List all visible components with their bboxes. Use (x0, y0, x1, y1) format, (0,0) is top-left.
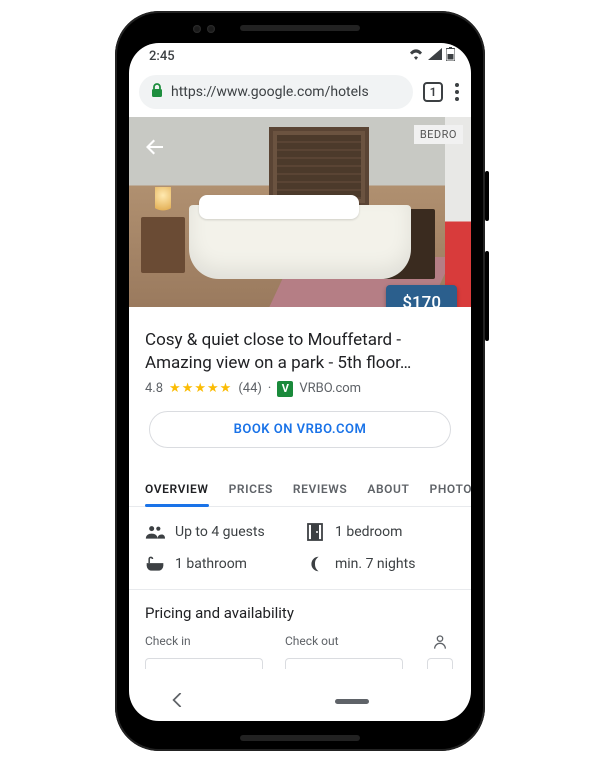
bath-icon (145, 556, 165, 572)
amen-bath-label: 1 bathroom (175, 556, 247, 572)
review-count: (44) (238, 381, 262, 396)
pricing-heading: Pricing and availability (129, 590, 471, 628)
camera-dot (193, 25, 201, 33)
checkout-field[interactable]: Check out (285, 634, 409, 669)
back-button[interactable] (143, 135, 167, 163)
tab-about[interactable]: ABOUT (367, 470, 409, 506)
phone-frame: 2:45 https://www.google.com/hotels (115, 11, 485, 751)
signal-icon (428, 48, 442, 64)
tab-reviews[interactable]: REVIEWS (293, 470, 347, 506)
amen-min-nights: min. 7 nights (305, 555, 455, 573)
door-icon (305, 523, 325, 541)
amen-min-label: min. 7 nights (335, 556, 415, 572)
star-icon: ★★★★★ (169, 381, 232, 396)
vrbo-icon: V (277, 381, 293, 397)
power-button (485, 171, 489, 221)
tab-photos[interactable]: PHOTOS (430, 470, 471, 506)
amenities: Up to 4 guests 1 bedroom 1 bathroom (129, 507, 471, 589)
people-icon (145, 525, 165, 539)
url-text: https://www.google.com/hotels (171, 84, 369, 100)
nav-back-icon[interactable] (171, 691, 185, 712)
photo-label: BEDRO (414, 125, 463, 144)
book-button[interactable]: BOOK ON VRBO.COM (149, 411, 451, 448)
rating-row: 4.8 ★★★★★ (44) · V VRBO.com (145, 381, 455, 397)
camera-dot (207, 25, 215, 33)
amen-bath: 1 bathroom (145, 555, 295, 573)
overflow-menu-icon[interactable] (453, 83, 461, 101)
rating-value: 4.8 (145, 381, 163, 396)
checkout-label: Check out (285, 634, 339, 648)
date-pickers: Check in Check out (129, 628, 471, 669)
person-icon (432, 634, 448, 653)
checkin-label: Check in (145, 634, 191, 648)
amen-bedroom-label: 1 bedroom (335, 524, 402, 540)
amen-guests: Up to 4 guests (145, 523, 295, 541)
hero-image[interactable]: BEDRO $170 (129, 117, 471, 307)
tab-overview[interactable]: OVERVIEW (145, 470, 209, 506)
wifi-icon (408, 48, 424, 64)
lock-icon (151, 83, 163, 101)
moon-icon (305, 555, 325, 573)
screen: 2:45 https://www.google.com/hotels (129, 43, 471, 721)
clock: 2:45 (149, 49, 175, 64)
source-site: VRBO.com (299, 381, 361, 396)
guests-field[interactable] (425, 634, 455, 669)
tab-prices[interactable]: PRICES (229, 470, 273, 506)
android-navbar (129, 681, 471, 721)
browser-toolbar: https://www.google.com/hotels 1 (129, 69, 471, 117)
separator: · (268, 381, 271, 396)
checkin-field[interactable]: Check in (145, 634, 269, 669)
tabs-button[interactable]: 1 (423, 82, 443, 102)
detail-tabs: OVERVIEW PRICES REVIEWS ABOUT PHOTOS (129, 470, 471, 507)
listing-meta: Cosy & quiet close to Mouffetard - Amazi… (129, 307, 471, 464)
page-content[interactable]: BEDRO $170 Cosy & quiet close to Mouffet… (129, 117, 471, 681)
tab-count: 1 (430, 85, 437, 99)
listing-title: Cosy & quiet close to Mouffetard - Amazi… (145, 329, 455, 375)
battery-icon (446, 47, 455, 65)
amen-bedroom: 1 bedroom (305, 523, 455, 541)
amen-guests-label: Up to 4 guests (175, 524, 265, 540)
nav-home-pill[interactable] (335, 699, 369, 704)
room-photo (129, 117, 471, 307)
price-badge: $170 (386, 285, 457, 307)
status-bar: 2:45 (129, 43, 471, 69)
volume-button (485, 251, 489, 341)
address-bar[interactable]: https://www.google.com/hotels (139, 75, 413, 109)
